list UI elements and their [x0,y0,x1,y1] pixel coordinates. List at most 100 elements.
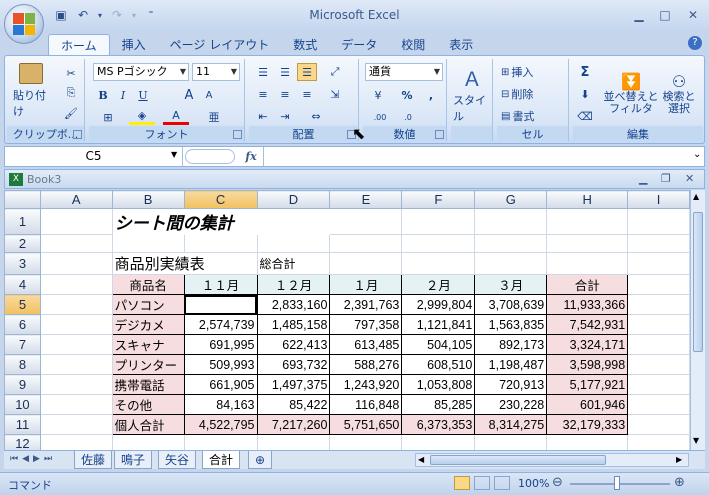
cell[interactable] [627,434,690,450]
tab-view[interactable]: 表示 [437,34,485,56]
zoom-slider[interactable] [570,483,670,485]
tab-formulas[interactable]: 数式 [281,34,329,56]
column-header[interactable]: F [401,190,476,210]
styles-button[interactable]: Ａ スタイル [453,63,491,123]
cell[interactable] [329,434,403,450]
scroll-left-icon[interactable]: ◀ [418,455,424,464]
vertical-scroll-thumb[interactable] [693,212,703,352]
cell[interactable] [329,234,403,254]
cell[interactable] [627,274,690,296]
close-icon[interactable]: ✕ [682,8,704,24]
shrink-font-button[interactable]: A [201,87,217,103]
table-cell[interactable]: 1,198,487 [474,354,548,376]
table-header-cell[interactable]: １２月 [256,274,331,296]
table-header-cell[interactable]: ３月 [474,274,548,296]
comma-button[interactable]: , [423,87,439,103]
delete-cells-button[interactable]: ⊟ 削除 [501,85,533,103]
align-right-icon[interactable]: ≡ [297,85,317,103]
column-header[interactable]: C [183,190,258,210]
worksheet-grid[interactable]: A B C D E F G H I 1 シート間の集計 2 3 商品別実績表 総… [4,190,690,450]
workbook-close-icon[interactable]: ✕ [685,172,694,185]
table-row-label[interactable]: プリンター [111,354,185,376]
table-total-cell[interactable]: 4,522,795 [183,414,258,436]
decrease-indent-icon[interactable]: ⇤ [253,107,273,125]
cell[interactable] [627,252,690,276]
table-row-label[interactable]: スキャナ [111,334,185,356]
normal-view-icon[interactable] [454,476,470,490]
cell[interactable] [546,208,629,236]
orientation-icon[interactable]: ⤢ [325,63,345,81]
cell[interactable] [329,208,403,236]
table-cell[interactable]: 622,413 [256,334,331,356]
table-cell[interactable]: 230,228 [474,394,548,416]
table-cell[interactable]: 2,833,160 [256,294,331,316]
cell[interactable] [329,252,403,276]
cell[interactable] [627,208,690,236]
clipboard-launcher-icon[interactable] [73,130,82,139]
table-cell[interactable]: 1,563,835 [474,314,548,336]
row-header[interactable]: 6 [4,314,41,336]
table-total-cell[interactable]: 5,751,650 [329,414,403,436]
number-launcher-icon[interactable] [435,130,444,139]
scroll-up-icon[interactable]: ▲ [693,192,699,201]
cell[interactable] [546,252,629,276]
vertical-scrollbar[interactable]: ▲ ▼ [690,190,705,450]
table-cell[interactable]: 1,121,841 [401,314,476,336]
table-cell[interactable]: 797,358 [329,314,403,336]
table-cell[interactable]: 3,708,639 [474,294,548,316]
cell[interactable] [627,394,690,416]
sheet-tab[interactable]: 鳴子 [114,451,153,469]
table-total-cell[interactable]: 7,217,260 [256,414,331,436]
row-header[interactable]: 12 [4,434,41,450]
format-cells-button[interactable]: ▤ 書式 [501,107,534,125]
cell[interactable] [39,274,113,296]
cell[interactable] [474,234,548,254]
table-total-cell[interactable]: 7,542,931 [546,314,629,336]
row-header[interactable]: 4 [4,274,41,296]
table-row-label[interactable]: 個人合計 [111,414,185,436]
help-icon[interactable]: ? [688,36,702,50]
cell[interactable] [401,234,476,254]
table-row-label[interactable]: パソコン [111,294,185,316]
table-total-cell[interactable]: 3,324,171 [546,334,629,356]
row-header[interactable]: 5 [4,294,41,316]
cell[interactable] [627,414,690,436]
cell[interactable] [183,434,258,450]
insert-sheet-icon[interactable]: ⊕ [248,451,272,469]
merge-center-icon[interactable]: ⇔ [301,107,331,125]
office-button[interactable] [4,4,44,44]
horizontal-scrollbar[interactable]: ◀ ▶ [415,453,689,467]
table-total-cell[interactable]: 8,314,275 [474,414,548,436]
name-box-dropdown-icon[interactable]: ▼ [171,150,177,159]
cell[interactable] [546,434,629,450]
table-cell[interactable]: 2,391,763 [329,294,403,316]
find-select-button[interactable]: ⚇ 検索と 選択 [659,63,699,123]
align-middle-icon[interactable]: ☰ [275,63,295,81]
cell[interactable] [39,314,113,336]
font-color-button[interactable]: A [163,109,189,125]
table-cell[interactable]: 85,285 [401,394,476,416]
cell[interactable] [39,294,113,316]
cell[interactable] [401,252,476,276]
cell[interactable] [627,354,690,376]
cell[interactable] [39,252,113,276]
table-header-cell[interactable]: 商品名 [111,274,185,296]
table-subtitle[interactable]: 商品別実績表 [111,252,258,276]
align-center-icon[interactable]: ≡ [275,85,295,103]
currency-icon[interactable]: ¥ [367,87,389,103]
align-top-icon[interactable]: ☰ [253,63,273,81]
table-cell[interactable]: 608,510 [401,354,476,376]
maximize-icon[interactable]: □ [654,8,676,24]
phonetic-icon[interactable]: 亜 [201,109,227,125]
zoom-out-icon[interactable]: ⊖ [552,475,563,490]
column-header[interactable]: A [39,190,113,210]
table-cell[interactable]: 84,163 [183,394,258,416]
sheet-tab[interactable]: 矢谷 [158,451,197,469]
table-cell[interactable]: 2,999,804 [401,294,476,316]
table-total-cell[interactable]: 601,946 [546,394,629,416]
row-header[interactable]: 10 [4,394,41,416]
clear-icon[interactable]: ⌫ [577,107,593,125]
zoom-slider-handle[interactable] [614,476,620,490]
row-header[interactable]: 8 [4,354,41,376]
zoom-level[interactable]: 100% [518,477,549,490]
